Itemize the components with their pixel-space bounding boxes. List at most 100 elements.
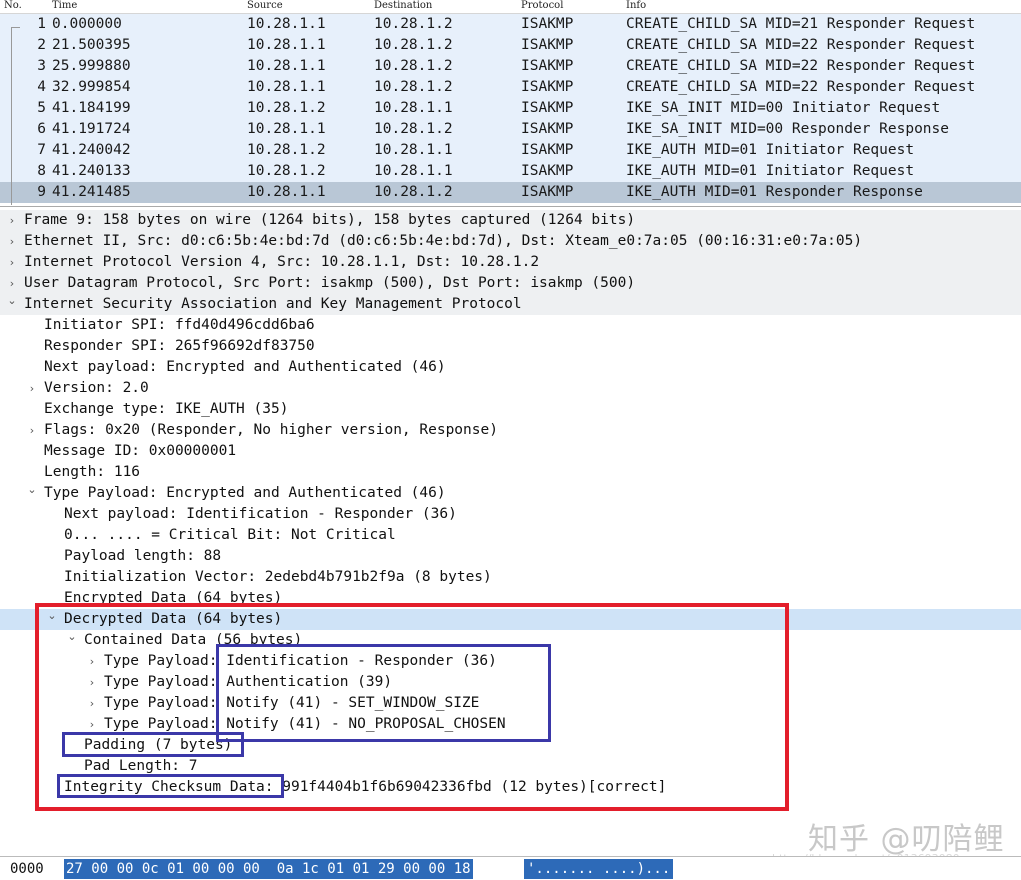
detail-row[interactable]: › Internet Protocol Version 4, Src: 10.28…: [0, 252, 1021, 273]
detail-row-text: Exchange type: IKE_AUTH (35): [44, 401, 289, 417]
packet-cell-dst: 10.28.1.2: [374, 16, 453, 32]
detail-row[interactable]: Initiator SPI: ffd40d496cdd6ba6: [0, 315, 1021, 336]
packet-cell-time: 32.999854: [52, 79, 131, 95]
detail-row[interactable]: Exchange type: IKE_AUTH (35): [0, 399, 1021, 420]
expand-chevron-icon[interactable]: ⌄: [26, 483, 38, 497]
detail-row[interactable]: Length: 116: [0, 462, 1021, 483]
packet-row[interactable]: 3 25.999880 10.28.1.1 10.28.1.2 ISAKMP CREATE…: [0, 56, 1021, 77]
collapse-chevron-icon[interactable]: ›: [6, 210, 18, 231]
detail-row-text: Contained Data (56 bytes): [84, 632, 303, 648]
expand-chevron-icon[interactable]: ⌄: [66, 630, 78, 644]
hex-ascii[interactable]: '....... ....)...: [524, 859, 674, 879]
detail-row-text: Type Payload: Notify (41) - NO_PROPOSAL_…: [104, 716, 506, 732]
packet-cell-info: IKE_SA_INIT MID=00 Responder Response: [626, 121, 950, 137]
collapse-chevron-icon[interactable]: ›: [6, 273, 18, 294]
packet-row[interactable]: 4 32.999854 10.28.1.1 10.28.1.2 ISAKMP CREATE…: [0, 77, 1021, 98]
detail-row-text: Responder SPI: 265f96692df83750: [44, 338, 315, 354]
packet-cell-src: 10.28.1.1: [247, 16, 326, 32]
detail-row[interactable]: ⌄ Contained Data (56 bytes): [0, 630, 1021, 651]
column-header-protocol[interactable]: Protocol: [521, 0, 563, 12]
packet-cell-no: 5: [37, 100, 46, 116]
packet-cell-src: 10.28.1.1: [247, 79, 326, 95]
detail-row[interactable]: › Frame 9: 158 bytes on wire (1264 bits),…: [0, 210, 1021, 231]
column-header-info[interactable]: Info: [626, 0, 646, 12]
detail-row[interactable]: › Type Payload: Authentication (39): [0, 672, 1021, 693]
packet-row[interactable]: 2 21.500395 10.28.1.1 10.28.1.2 ISAKMP CREATE…: [0, 35, 1021, 56]
packet-cell-info: IKE_AUTH MID=01 Initiator Request: [626, 163, 915, 179]
packet-cell-dst: 10.28.1.2: [374, 79, 453, 95]
hex-bytes[interactable]: 27 00 00 0c 01 00 00 00 0a 1c 01 01 29 0…: [64, 859, 473, 879]
collapse-chevron-icon[interactable]: ›: [86, 714, 98, 735]
expand-chevron-icon[interactable]: ⌄: [6, 294, 18, 308]
packet-cell-proto: ISAKMP: [521, 79, 574, 95]
packet-cell-time: 41.184199: [52, 100, 131, 116]
detail-row[interactable]: Padding (7 bytes): [0, 735, 1021, 756]
packet-cell-info: IKE_AUTH MID=01 Responder Response: [626, 184, 923, 200]
collapse-chevron-icon[interactable]: ›: [86, 651, 98, 672]
detail-row[interactable]: Payload length: 88: [0, 546, 1021, 567]
detail-row-text: Frame 9: 158 bytes on wire (1264 bits), …: [24, 212, 636, 228]
detail-row[interactable]: Next payload: Identification - Responder…: [0, 504, 1021, 525]
detail-row-text: Payload length: 88: [64, 548, 222, 564]
packet-list: No. Time Source Destination Protocol Inf…: [0, 0, 1021, 205]
collapse-chevron-icon[interactable]: ›: [86, 693, 98, 714]
packet-cell-no: 1: [37, 16, 46, 32]
detail-row[interactable]: Encrypted Data (64 bytes): [0, 588, 1021, 609]
packet-row[interactable]: 5 41.184199 10.28.1.2 10.28.1.1 ISAKMP IKE_SA…: [0, 98, 1021, 119]
collapse-chevron-icon[interactable]: ›: [6, 231, 18, 252]
packet-cell-proto: ISAKMP: [521, 142, 574, 158]
packet-row[interactable]: 9 41.241485 10.28.1.1 10.28.1.2 ISAKMP IKE_AU…: [0, 182, 1021, 203]
detail-row[interactable]: › User Datagram Protocol, Src Port: isakm…: [0, 273, 1021, 294]
packet-row[interactable]: 7 41.240042 10.28.1.2 10.28.1.1 ISAKMP IKE_AU…: [0, 140, 1021, 161]
packet-cell-proto: ISAKMP: [521, 37, 574, 53]
detail-row[interactable]: Next payload: Encrypted and Authenticate…: [0, 357, 1021, 378]
packet-cell-src: 10.28.1.1: [247, 121, 326, 137]
column-header-source[interactable]: Source: [247, 0, 283, 12]
detail-row[interactable]: ⌄ Type Payload: Encrypted and Authenticat…: [0, 483, 1021, 504]
packet-row[interactable]: 8 41.240133 10.28.1.2 10.28.1.1 ISAKMP IKE_AU…: [0, 161, 1021, 182]
detail-row[interactable]: › Type Payload: Identification - Responde…: [0, 651, 1021, 672]
column-header-time[interactable]: Time: [52, 0, 77, 12]
packet-cell-time: 41.241485: [52, 184, 131, 200]
detail-row[interactable]: › Flags: 0x20 (Responder, No higher versi…: [0, 420, 1021, 441]
detail-row[interactable]: ⌄ Internet Security Association and Key M…: [0, 294, 1021, 315]
detail-row[interactable]: Pad Length: 7: [0, 756, 1021, 777]
packet-row[interactable]: 1 0.000000 10.28.1.1 10.28.1.2 ISAKMP CREATE_…: [0, 14, 1021, 35]
detail-row[interactable]: 0... .... = Critical Bit: Not Critical: [0, 525, 1021, 546]
packet-cell-proto: ISAKMP: [521, 16, 574, 32]
packet-cell-time: 41.240042: [52, 142, 131, 158]
detail-row-text: Initiator SPI: ffd40d496cdd6ba6: [44, 317, 315, 333]
collapse-chevron-icon[interactable]: ›: [6, 252, 18, 273]
detail-row[interactable]: › Type Payload: Notify (41) - NO_PROPOSAL…: [0, 714, 1021, 735]
packet-cell-dst: 10.28.1.2: [374, 58, 453, 74]
packet-cell-info: CREATE_CHILD_SA MID=21 Responder Request: [626, 16, 976, 32]
detail-row[interactable]: › Type Payload: Notify (41) - SET_WINDOW_…: [0, 693, 1021, 714]
conversation-bracket: [11, 27, 20, 205]
detail-row[interactable]: › Version: 2.0: [0, 378, 1021, 399]
detail-row[interactable]: › Ethernet II, Src: d0:c6:5b:4e:bd:7d (d0…: [0, 231, 1021, 252]
detail-row[interactable]: Integrity Checksum Data: 991f4404b1f6b69…: [0, 777, 1021, 798]
detail-row-text: 0... .... = Critical Bit: Not Critical: [64, 527, 396, 543]
detail-row-text: Encrypted Data (64 bytes): [64, 590, 283, 606]
packet-cell-no: 4: [37, 79, 46, 95]
detail-row-text: Initialization Vector: 2edebd4b791b2f9a …: [64, 569, 492, 585]
detail-row-text: Pad Length: 7: [84, 758, 198, 774]
hex-offset: 0000: [10, 861, 44, 877]
detail-row-text: Type Payload: Authentication (39): [104, 674, 393, 690]
collapse-chevron-icon[interactable]: ›: [26, 420, 38, 441]
detail-row-text: Internet Protocol Version 4, Src: 10.28.…: [24, 254, 540, 270]
expand-chevron-icon[interactable]: ⌄: [46, 609, 58, 623]
detail-row-text: Flags: 0x20 (Responder, No higher versio…: [44, 422, 498, 438]
packet-row[interactable]: 6 41.191724 10.28.1.1 10.28.1.2 ISAKMP IKE_SA…: [0, 119, 1021, 140]
collapse-chevron-icon[interactable]: ›: [26, 378, 38, 399]
detail-row[interactable]: ⌄ Decrypted Data (64 bytes): [0, 609, 1021, 630]
detail-row[interactable]: Responder SPI: 265f96692df83750: [0, 336, 1021, 357]
packet-cell-dst: 10.28.1.2: [374, 184, 453, 200]
packet-cell-src: 10.28.1.2: [247, 142, 326, 158]
column-header-no[interactable]: No.: [4, 0, 22, 12]
packet-cell-time: 25.999880: [52, 58, 131, 74]
column-header-destination[interactable]: Destination: [374, 0, 432, 12]
collapse-chevron-icon[interactable]: ›: [86, 672, 98, 693]
detail-row[interactable]: Initialization Vector: 2edebd4b791b2f9a …: [0, 567, 1021, 588]
detail-row[interactable]: Message ID: 0x00000001: [0, 441, 1021, 462]
